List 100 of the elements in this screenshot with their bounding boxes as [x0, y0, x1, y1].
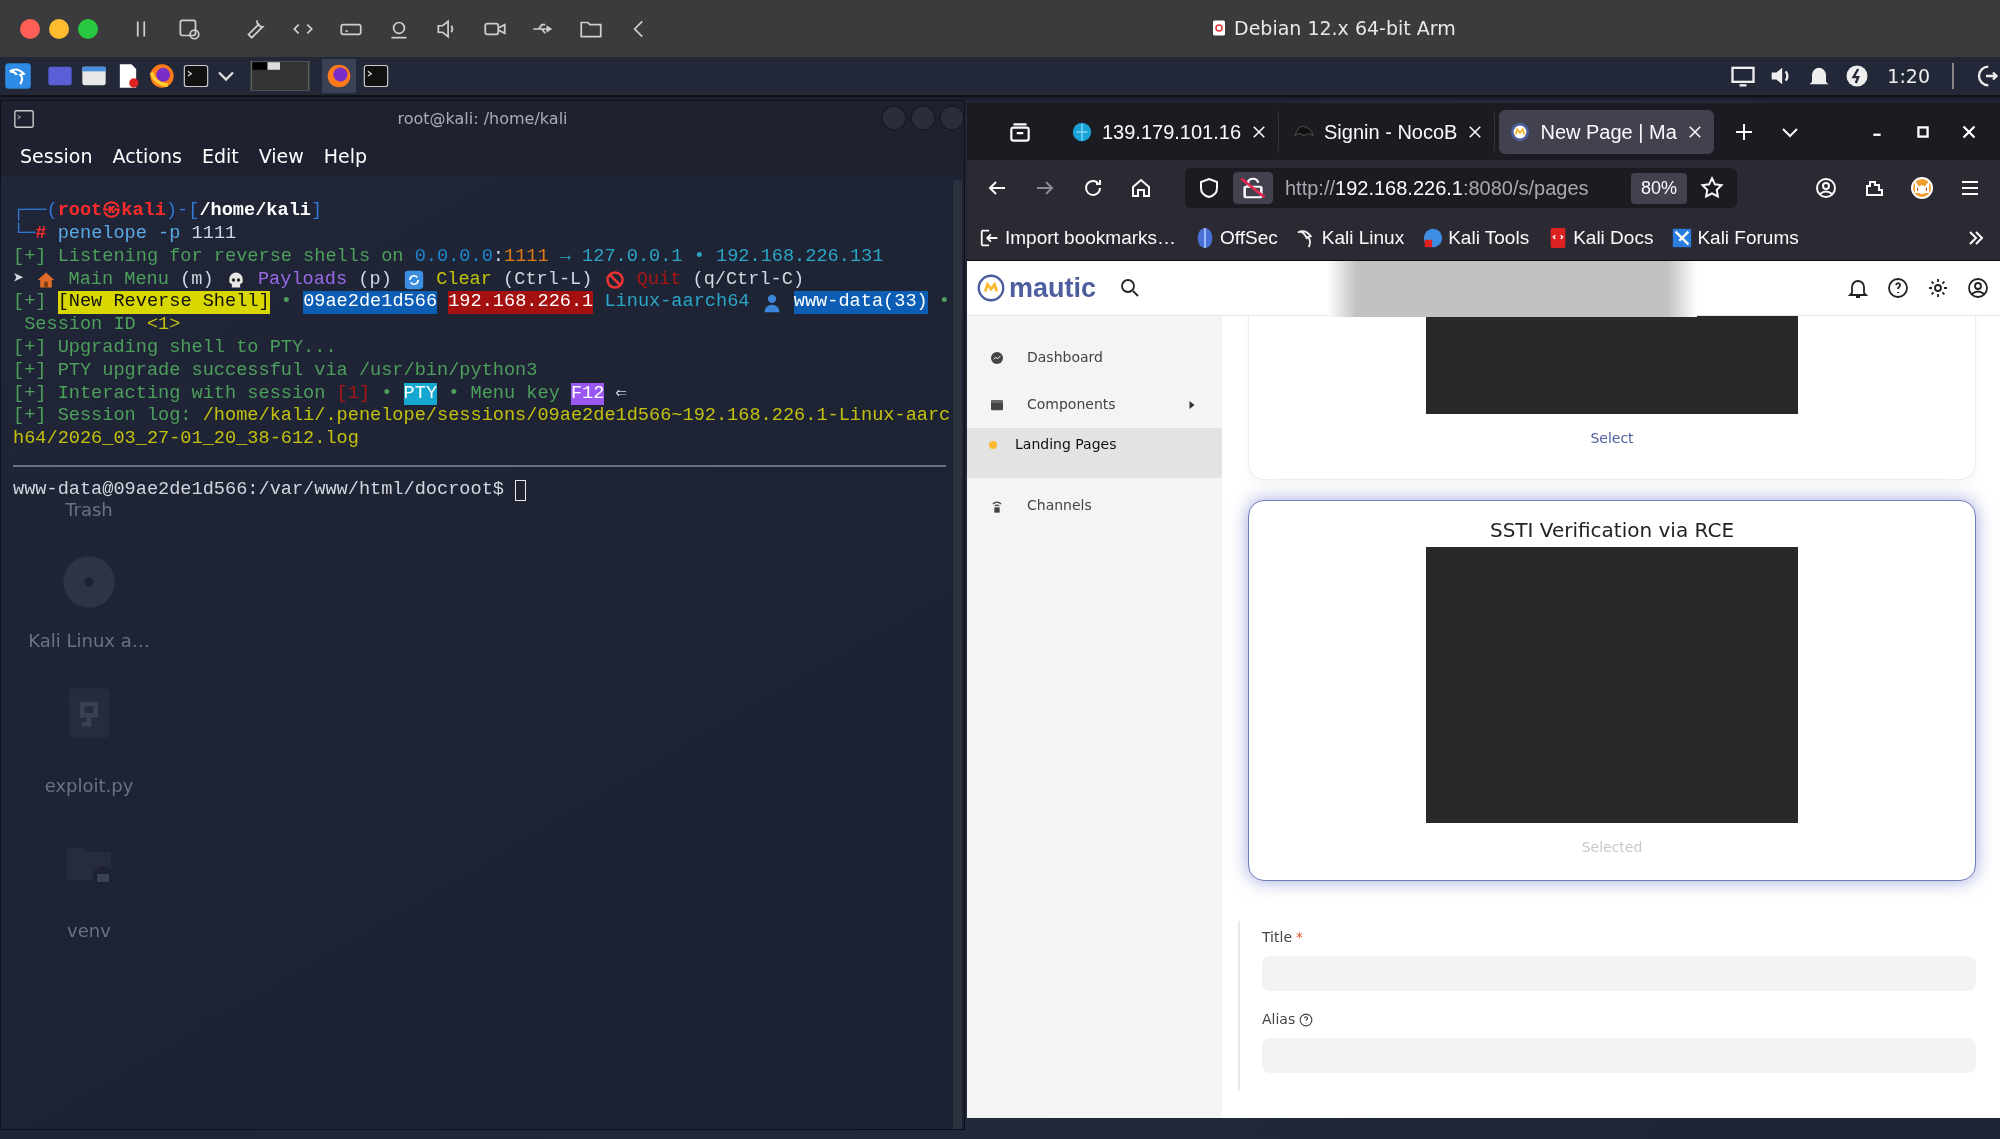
terminal-text: Clear [435, 268, 492, 292]
terminal-icon[interactable] [182, 62, 210, 90]
scrollbar[interactable] [953, 180, 962, 1129]
url-text: http://192.168.226.1:8080/s/pages [1285, 176, 1590, 201]
terminal-text: penelope -p [56, 222, 181, 246]
terminal-text: 1111 [190, 222, 237, 246]
highlighted-text: PTY [403, 382, 438, 405]
terminal-text: → 127.0.0.1 • 192.168.226.131 [558, 245, 884, 269]
highlighted-text: F12 [570, 382, 605, 405]
terminal-text: <1> [146, 314, 181, 337]
window-control-icon[interactable] [78, 18, 98, 39]
firefox-icon[interactable] [148, 62, 176, 90]
browser-tab[interactable]: Signin - NocoB [1283, 109, 1496, 154]
menu-item[interactable]: Session [20, 141, 93, 171]
terminal-text: /home/kali [199, 200, 311, 223]
bookmark-link[interactable]: Kali Docs [1547, 223, 1654, 253]
terminal-text: ┌──( [13, 200, 58, 222]
select-link[interactable]: Select [1590, 428, 1634, 449]
terminal-text: [+] Upgrading shell to PTY... [13, 336, 337, 360]
home-icon [1129, 176, 1153, 200]
terminal-text: [+] [13, 291, 48, 314]
sidebar-item[interactable]: Components [967, 381, 1222, 428]
window-control-icon[interactable] [20, 18, 40, 39]
menu-item[interactable]: Edit [201, 141, 239, 171]
browser-tab[interactable]: New Page | Ma [1499, 109, 1714, 154]
globe-icon [1071, 120, 1093, 143]
terminal-text: [+] PTY upgrade successful via /usr/bin/python3 [13, 359, 538, 383]
active-dot-icon [989, 441, 997, 449]
terminal-text: • [279, 291, 293, 314]
terminal-text: [+] Session log: [13, 405, 193, 428]
bookmark-link[interactable]: Kali Tools [1422, 223, 1530, 253]
window-title: Debian 12.x 64-bit Arm [1234, 17, 1456, 39]
bookmark-link[interactable]: Kali Linux [1295, 223, 1405, 253]
browser-tab[interactable]: 139.179.101.16 [1061, 109, 1280, 154]
bookmark-link[interactable]: Import bookmarks… [979, 223, 1177, 253]
terminal-icon[interactable] [362, 62, 390, 90]
insecure-lock-icon[interactable] [1233, 172, 1273, 204]
terminal-text: 0.0.0.0 [414, 245, 493, 269]
fox-avatar-icon [1910, 176, 1934, 200]
window-control-icon[interactable] [49, 18, 69, 39]
dragon-logo-icon[interactable] [4, 62, 32, 90]
terminal-text: [1] [336, 382, 371, 405]
terminal-text: root㉿kali [57, 200, 166, 223]
help-icon[interactable] [1886, 276, 1910, 300]
terminal-text: # [35, 222, 47, 246]
terminal-text: Quit [635, 268, 682, 292]
field-label: Title * [1262, 928, 1304, 947]
sidebar-item[interactable]: Landing Pages [967, 428, 1222, 478]
terminal-text: Session ID [23, 314, 137, 337]
prohibited-icon [604, 269, 625, 290]
terminal-text: : [492, 245, 504, 269]
terminal-text: (m) [179, 268, 215, 292]
menu-item[interactable]: Help [323, 141, 368, 171]
account-icon [1814, 176, 1838, 200]
address-bar[interactable]: http://192.168.226.1:8080/s/pages 80% [1185, 168, 1737, 208]
terminal-text: (p) [357, 268, 393, 292]
shield-icon[interactable] [1197, 176, 1221, 200]
menu-item[interactable]: Actions [112, 141, 182, 171]
theme-card[interactable]: Select [1248, 316, 1976, 480]
bookmark-star-icon[interactable] [1699, 175, 1725, 201]
bookmark-link[interactable]: Kali Forums [1671, 223, 1799, 253]
field-label: Alias [1262, 1010, 1296, 1029]
forum-icon [1671, 227, 1694, 249]
logo-text: mautic [1009, 271, 1097, 305]
highlighted-text: 09ae2de1d566 [303, 291, 438, 314]
terminal-text: Main Menu [67, 268, 169, 292]
dashboard-icon [989, 349, 1005, 366]
terminal-text: • Menu key [447, 382, 561, 405]
terminal-text: ⇐ [614, 382, 627, 405]
terminal-text: 1111 [504, 245, 549, 269]
terminal-text: ] [311, 200, 323, 223]
terminal-text: (Ctrl-L) [502, 268, 594, 292]
highlighted-text: www-data(33) [793, 291, 928, 314]
sidebar-item[interactable]: Dashboard [967, 334, 1222, 381]
window-title: root@kali: /home/kali [397, 107, 568, 130]
settings-icon[interactable] [1926, 276, 1950, 300]
terminal-text: (q/Ctrl-C) [691, 268, 805, 292]
document-icon [1210, 19, 1228, 37]
menu-item[interactable]: View [258, 141, 304, 171]
terminal-text: ➤ [13, 268, 26, 292]
zoom-level-button[interactable]: 80% [1630, 172, 1687, 204]
terminal-text: [+] Listening for reverse shells on [13, 245, 405, 269]
user-icon[interactable] [1966, 276, 1990, 300]
sidebar-item[interactable]: Channels [967, 482, 1222, 529]
clock: 1:20 [1887, 63, 1930, 89]
text-cursor [514, 479, 526, 501]
terminal-text: [+] Interacting with session [13, 382, 327, 405]
terminal-text: • [937, 291, 951, 314]
terminal-icon [13, 108, 35, 130]
highlighted-text: [New Reverse Shell] [57, 291, 270, 314]
terminal-text: )-[ [165, 200, 200, 223]
workspace-switcher-icon[interactable] [250, 61, 310, 91]
mautic-logo-icon [977, 274, 1005, 302]
terminal-text: Linux-aarch64 [603, 291, 751, 314]
highlighted-text: 192.168.226.1 [448, 291, 594, 314]
terminal-text: h64/2026_03_27-01_20_38-612.log [13, 428, 359, 451]
bookmark-link[interactable]: OffSec [1194, 223, 1278, 253]
terminal-text: /home/kali/.penelope/sessions/09ae2de1d566~192.168.226.1-Linux-aarc [202, 405, 951, 428]
refresh-icon [404, 269, 424, 290]
theme-title: SSTI Verification via RCE [1489, 517, 1735, 544]
